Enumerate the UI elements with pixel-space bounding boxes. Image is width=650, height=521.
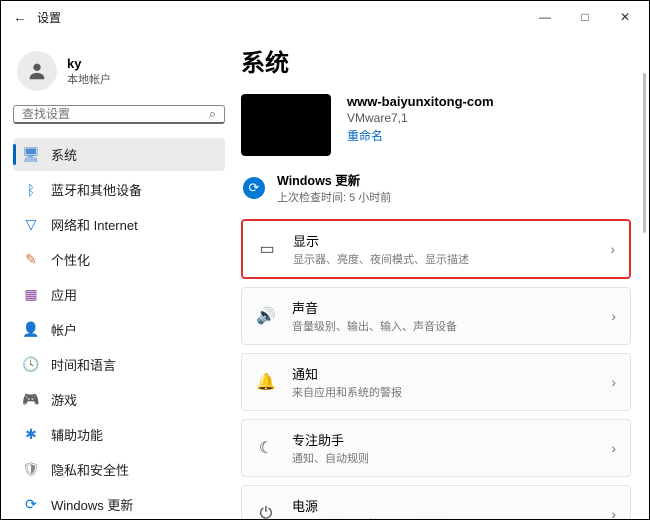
sidebar-item-1[interactable]: ᛒ 蓝牙和其他设备	[13, 173, 225, 206]
update-subtitle: 上次检查时间: 5 小时前	[277, 189, 391, 205]
chevron-right-icon: ›	[611, 308, 616, 324]
chevron-right-icon: ›	[610, 241, 615, 257]
nav-icon: 🛡	[23, 462, 39, 478]
sidebar-item-10[interactable]: ⟳ Windows 更新	[13, 488, 225, 521]
nav-label: 应用	[51, 285, 77, 304]
pc-name: www-baiyunxitong-com	[347, 94, 494, 109]
nav-icon: ✱	[23, 427, 39, 443]
settings-card-1[interactable]: 🔊 声音音量级别、输出、输入、声音设备 ›	[241, 287, 631, 345]
nav-label: Windows 更新	[51, 495, 133, 514]
card-subtitle: 通知、自动规则	[292, 450, 369, 466]
sidebar: ky 本地帐户 ⌕ 🖥 系统 ᛒ 蓝牙和其他设备 ▽ 网络和 Internet ✎ 个性化 ▦ 应…	[1, 33, 231, 519]
cards-list: ▭显示显示器、亮度、夜间模式、显示描述›🔊声音音量级别、输出、输入、声音设备›🔔…	[241, 219, 631, 519]
settings-card-3[interactable]: ☾ 专注助手通知、自动规则 ›	[241, 419, 631, 477]
sidebar-item-4[interactable]: ▦ 应用	[13, 278, 225, 311]
card-subtitle: 睡眠、电池使用情况、节电模式	[292, 516, 446, 519]
minimize-button[interactable]: —	[525, 3, 565, 31]
nav-label: 系统	[51, 145, 77, 164]
nav-label: 网络和 Internet	[51, 215, 138, 234]
card-title: 声音	[292, 298, 457, 317]
update-title: Windows 更新	[277, 170, 391, 189]
profile-subtitle: 本地帐户	[67, 71, 111, 87]
card-icon: 🔊	[256, 306, 276, 326]
nav-icon: 🖥	[23, 147, 39, 163]
avatar	[17, 51, 57, 91]
nav-label: 隐私和安全性	[51, 460, 129, 479]
card-subtitle: 音量级别、输出、输入、声音设备	[292, 318, 457, 334]
nav-icon: 🎮	[23, 392, 39, 408]
nav-icon: 👤	[23, 322, 39, 338]
card-icon: ⏻	[256, 505, 276, 519]
nav-icon: ᛒ	[23, 182, 39, 198]
window-title: 设置	[37, 9, 61, 26]
nav-icon: ⟳	[23, 497, 39, 513]
pc-thumbnail	[241, 94, 331, 156]
sidebar-item-5[interactable]: 👤 帐户	[13, 313, 225, 346]
scrollbar-thumb[interactable]	[643, 73, 646, 233]
card-title: 专注助手	[292, 430, 369, 449]
card-title: 显示	[293, 231, 469, 250]
card-icon: 🔔	[256, 372, 276, 392]
scrollbar[interactable]	[640, 33, 646, 513]
nav-label: 游戏	[51, 390, 77, 409]
card-icon: ▭	[257, 239, 277, 259]
nav-label: 个性化	[51, 250, 90, 269]
settings-card-0[interactable]: ▭ 显示显示器、亮度、夜间模式、显示描述 ›	[241, 219, 631, 279]
main-panel: 系统 www-baiyunxitong-com VMware7,1 重命名 ⟳ …	[231, 33, 649, 519]
card-icon: ☾	[256, 438, 276, 458]
titlebar: ← 设置 — □ ✕	[1, 1, 649, 33]
windows-update-row[interactable]: ⟳ Windows 更新 上次检查时间: 5 小时前	[241, 170, 631, 205]
settings-card-4[interactable]: ⏻ 电源睡眠、电池使用情况、节电模式 ›	[241, 485, 631, 519]
settings-card-2[interactable]: 🔔 通知来自应用和系统的警报 ›	[241, 353, 631, 411]
profile-name: ky	[67, 56, 111, 71]
sidebar-item-8[interactable]: ✱ 辅助功能	[13, 418, 225, 451]
profile-block[interactable]: ky 本地帐户	[13, 41, 225, 105]
sidebar-item-6[interactable]: 🕓 时间和语言	[13, 348, 225, 381]
search-box[interactable]: ⌕	[13, 105, 225, 124]
nav-label: 时间和语言	[51, 355, 116, 374]
sidebar-item-7[interactable]: 🎮 游戏	[13, 383, 225, 416]
sidebar-item-2[interactable]: ▽ 网络和 Internet	[13, 208, 225, 241]
person-icon	[26, 60, 48, 82]
nav-label: 帐户	[51, 320, 77, 339]
card-subtitle: 来自应用和系统的警报	[292, 384, 402, 400]
rename-link[interactable]: 重命名	[347, 127, 494, 144]
chevron-right-icon: ›	[611, 374, 616, 390]
card-subtitle: 显示器、亮度、夜间模式、显示描述	[293, 251, 469, 267]
close-button[interactable]: ✕	[605, 3, 645, 31]
pc-model: VMware7,1	[347, 111, 494, 125]
maximize-button[interactable]: □	[565, 3, 605, 31]
nav-icon: ▽	[23, 217, 39, 233]
nav-icon: ▦	[23, 287, 39, 303]
nav-icon: 🕓	[23, 357, 39, 373]
search-icon: ⌕	[209, 106, 216, 122]
chevron-right-icon: ›	[611, 506, 616, 519]
card-title: 通知	[292, 364, 402, 383]
back-button[interactable]: ←	[13, 9, 27, 25]
sidebar-item-3[interactable]: ✎ 个性化	[13, 243, 225, 276]
sidebar-item-9[interactable]: 🛡 隐私和安全性	[13, 453, 225, 486]
card-title: 电源	[292, 496, 446, 515]
search-input[interactable]	[22, 107, 209, 121]
update-icon: ⟳	[243, 177, 265, 199]
nav-label: 蓝牙和其他设备	[51, 180, 142, 199]
chevron-right-icon: ›	[611, 440, 616, 456]
nav-label: 辅助功能	[51, 425, 103, 444]
page-heading: 系统	[241, 43, 631, 78]
sidebar-item-0[interactable]: 🖥 系统	[13, 138, 225, 171]
nav-list: 🖥 系统 ᛒ 蓝牙和其他设备 ▽ 网络和 Internet ✎ 个性化 ▦ 应用 👤 帐户 🕓 时间和语言…	[13, 138, 225, 521]
nav-icon: ✎	[23, 252, 39, 268]
pc-block: www-baiyunxitong-com VMware7,1 重命名	[241, 94, 631, 156]
